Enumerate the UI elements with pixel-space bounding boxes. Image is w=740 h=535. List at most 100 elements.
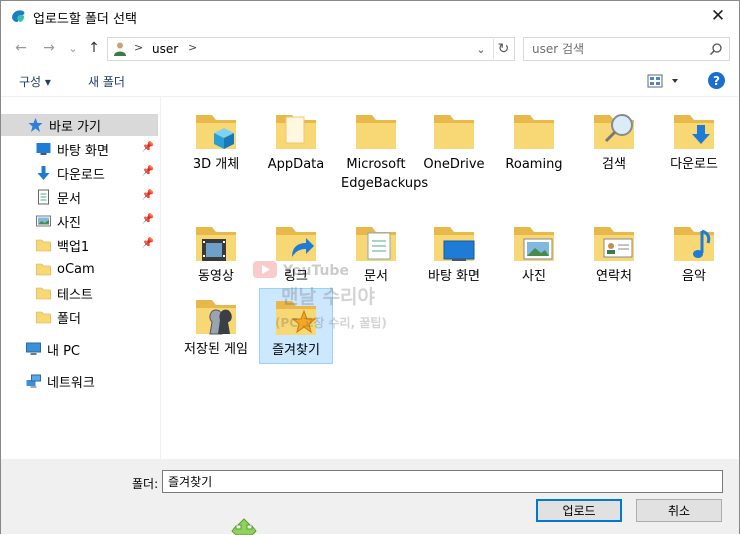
cancel-button[interactable]: 취소 xyxy=(636,499,722,522)
folder-item[interactable]: 사진 xyxy=(497,215,571,289)
sidebar-item-quick-access[interactable]: 바로 가기 xyxy=(1,114,158,136)
sidebar-item-label: 문서 xyxy=(57,191,81,207)
recent-locations-button[interactable]: ⌄ xyxy=(64,38,82,58)
sidebar-item-6[interactable]: oCam xyxy=(1,258,158,280)
folder-icon xyxy=(36,263,51,276)
forward-button[interactable]: → xyxy=(40,38,58,58)
folder-label: 다운로드 xyxy=(670,157,718,172)
sidebar-item-label: 바탕 화면 xyxy=(57,143,109,159)
3d-objects-folder-icon xyxy=(196,115,236,149)
navigation-pane: 바로 가기 바탕 화면 📌 다운로드 📌 문서 📌 사진 📌 백업1 📌 oCam 테스트 폴더 내 P… xyxy=(1,97,161,459)
sidebar-item-4[interactable]: 사진 📌 xyxy=(1,210,158,232)
folder-item[interactable]: 동영상 xyxy=(179,215,253,289)
navigation-bar: ← → ⌄ ↑ > user > ⌄ ↻ xyxy=(1,32,739,65)
documents-folder-icon xyxy=(356,227,396,261)
title-bar: 업로드할 폴더 선택 ✕ xyxy=(1,1,739,32)
organize-menu[interactable]: 구성 ▾ xyxy=(19,73,51,90)
pin-icon[interactable]: 📌 xyxy=(142,214,154,225)
folder-label: 연락처 xyxy=(596,269,632,284)
breadcrumb-separator[interactable]: > xyxy=(134,41,143,54)
folder-picker-dialog: 업로드할 폴더 선택 ✕ ← → ⌄ ↑ > user > ⌄ ↻ 구성 ▾ xyxy=(0,0,740,535)
sidebar-item-network[interactable]: 네트워크 xyxy=(1,370,158,392)
pin-icon[interactable]: 📌 xyxy=(142,166,154,177)
folder-name-field[interactable] xyxy=(162,470,723,493)
desktop-icon xyxy=(36,143,51,155)
pin-icon[interactable]: 📌 xyxy=(142,142,154,153)
user-folder-icon xyxy=(114,42,126,56)
search-input[interactable] xyxy=(530,40,700,58)
pin-icon[interactable]: 📌 xyxy=(142,238,154,249)
sidebar-item-label: 바로 가기 xyxy=(49,119,101,135)
folder-icon xyxy=(36,311,51,324)
pictures-folder-icon xyxy=(514,227,554,261)
desktop-folder-icon xyxy=(434,227,475,261)
folder-item[interactable]: Microsoft EdgeBackups xyxy=(339,103,429,196)
folder-item[interactable]: 저장된 게임 xyxy=(179,288,253,362)
sidebar-item-2[interactable]: 다운로드 📌 xyxy=(1,162,158,184)
folder-label: Microsoft EdgeBackups xyxy=(341,157,429,191)
folder-icon xyxy=(36,287,51,300)
folder-item[interactable]: OneDrive xyxy=(417,103,491,177)
folder-item[interactable]: 링크 xyxy=(259,215,333,289)
window-title: 업로드할 폴더 선택 xyxy=(33,12,137,27)
folder-label: 동영상 xyxy=(198,269,234,284)
folder-item[interactable]: 3D 개체 xyxy=(179,103,253,177)
close-button[interactable]: ✕ xyxy=(703,4,733,28)
folder-icon xyxy=(356,115,396,149)
sidebar-item-1[interactable]: 바탕 화면 📌 xyxy=(1,138,158,160)
folder-label: 검색 xyxy=(602,157,626,172)
folder-item[interactable]: 검색 xyxy=(577,103,651,177)
links-folder-icon xyxy=(276,227,316,261)
folder-view: 3D 개체 AppData Microsoft EdgeBackups OneDriv… xyxy=(161,97,739,459)
view-options-icon[interactable] xyxy=(647,73,683,89)
videos-folder-icon xyxy=(196,227,236,261)
sidebar-item-7[interactable]: 테스트 xyxy=(1,282,158,304)
document-icon xyxy=(38,189,49,205)
command-bar: 구성 ▾ 새 폴더 ? xyxy=(1,65,739,97)
new-folder-button[interactable]: 새 폴더 xyxy=(88,73,125,90)
folder-icon xyxy=(514,115,554,149)
folder-item[interactable]: 문서 xyxy=(339,215,413,289)
breadcrumb-user[interactable]: user xyxy=(152,42,178,56)
folder-label: AppData xyxy=(267,157,325,172)
sidebar-item-5[interactable]: 백업1 📌 xyxy=(1,234,158,256)
folder-icon xyxy=(434,115,474,149)
search-box[interactable] xyxy=(523,37,730,61)
refresh-button[interactable]: ↻ xyxy=(493,39,513,59)
up-button[interactable]: ↑ xyxy=(85,38,103,58)
back-button[interactable]: ← xyxy=(12,38,30,58)
folder-item[interactable]: Roaming xyxy=(497,103,571,177)
help-button[interactable]: ? xyxy=(708,72,725,89)
drag-marker-bottom xyxy=(231,518,257,535)
pin-icon[interactable]: 📌 xyxy=(142,190,154,201)
download-icon xyxy=(37,166,50,180)
sidebar-item-this-pc[interactable]: 내 PC xyxy=(1,338,158,360)
folder-label: 문서 xyxy=(364,269,388,284)
sidebar-item-3[interactable]: 문서 📌 xyxy=(1,186,158,208)
folder-label: 3D 개체 xyxy=(192,157,240,172)
folder-label: 음악 xyxy=(682,269,706,284)
folder-item[interactable]: 바탕 화면 xyxy=(417,215,491,289)
searches-folder-icon xyxy=(594,114,634,149)
sidebar-item-label: 폴더 xyxy=(57,311,81,327)
sidebar-item-label: oCam xyxy=(57,261,95,277)
upload-button[interactable]: 업로드 xyxy=(536,499,622,522)
folder-item[interactable]: 즐겨찾기 xyxy=(259,288,333,364)
breadcrumb-separator[interactable]: > xyxy=(188,41,197,54)
pictures-icon xyxy=(36,215,51,227)
sidebar-item-label: 내 PC xyxy=(47,343,81,359)
dialog-footer: 폴더: 업로드 취소 xyxy=(1,459,739,534)
folder-item[interactable]: 음악 xyxy=(657,215,731,289)
sidebar-item-8[interactable]: 폴더 xyxy=(1,306,158,328)
folder-label: 폴더: xyxy=(132,477,159,491)
folder-item[interactable]: 다운로드 xyxy=(657,103,731,177)
folder-label: OneDrive xyxy=(423,157,485,172)
star-icon xyxy=(28,118,43,132)
address-bar[interactable]: > user > ⌄ ↻ xyxy=(107,37,515,61)
contacts-folder-icon xyxy=(594,227,634,261)
folder-item[interactable]: 연락처 xyxy=(577,215,651,289)
sidebar-item-label: 다운로드 xyxy=(57,167,105,183)
sidebar-item-label: 백업1 xyxy=(57,239,90,255)
folder-item[interactable]: AppData xyxy=(259,103,333,177)
address-dropdown-button[interactable]: ⌄ xyxy=(472,40,490,58)
